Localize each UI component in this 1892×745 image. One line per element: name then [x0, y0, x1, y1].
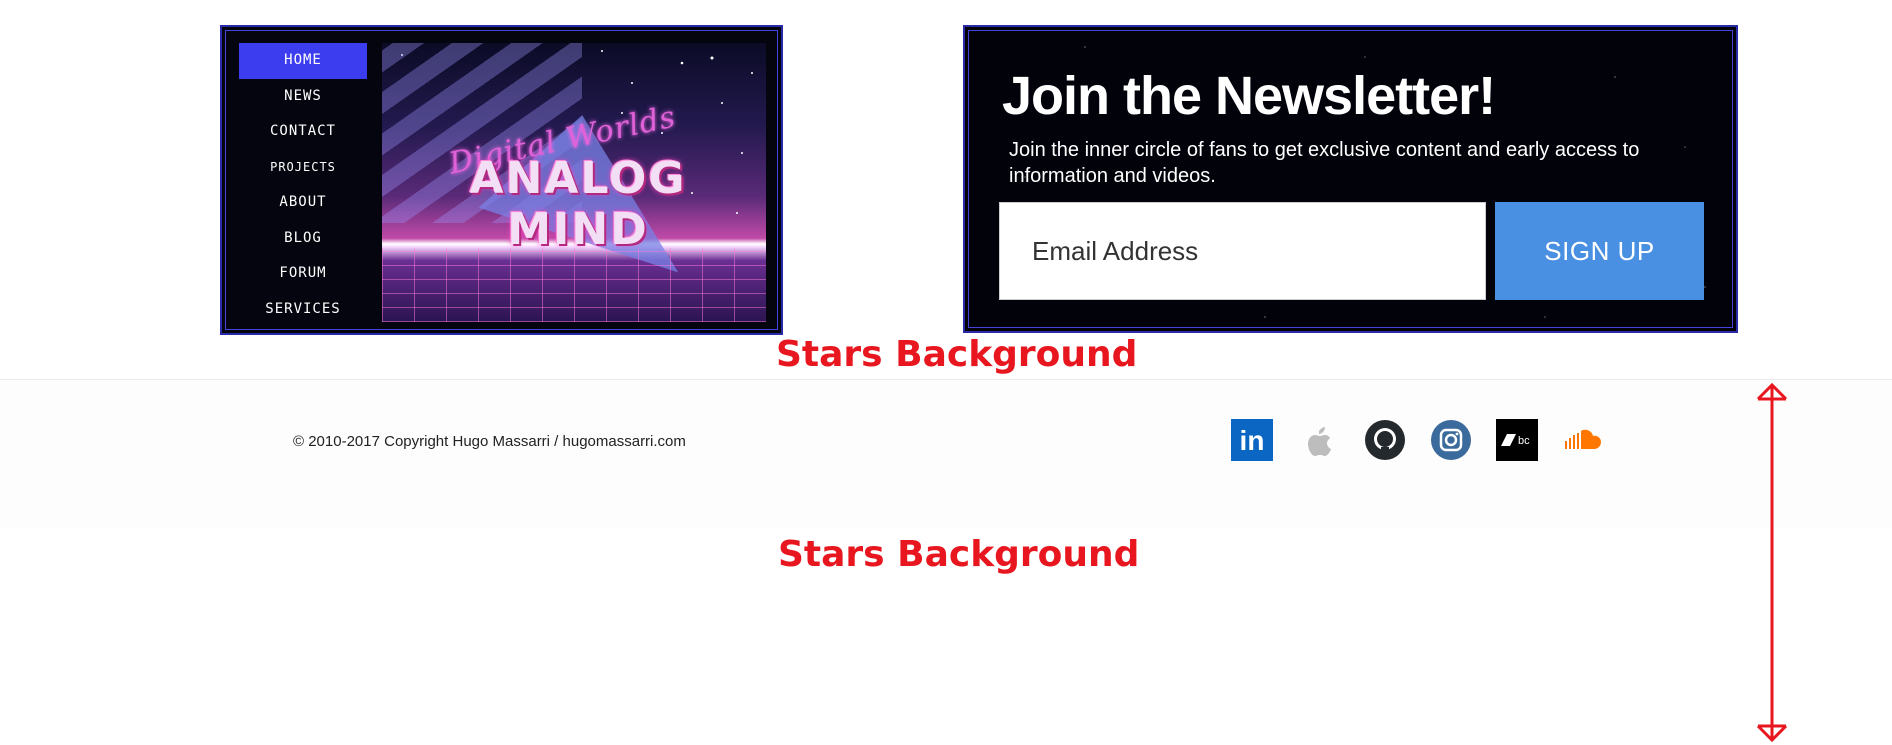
apple-icon[interactable]: [1298, 419, 1340, 461]
copyright-text: © 2010-2017 Copyright Hugo Massarri / hu…: [293, 433, 686, 450]
annotation-label: Stars Background: [776, 334, 1138, 375]
nav-item-about[interactable]: ABOUT: [239, 185, 367, 221]
bandcamp-icon[interactable]: bc: [1496, 419, 1538, 461]
email-field[interactable]: [999, 202, 1486, 300]
nav-item-blog[interactable]: BLOG: [239, 221, 367, 257]
height-arrow-icon: [1756, 382, 1788, 743]
linkedin-icon[interactable]: in: [1231, 419, 1273, 461]
nav-item-forum[interactable]: FORUM: [239, 256, 367, 292]
newsletter-description: Join the inner circle of fans to get exc…: [1009, 139, 1640, 187]
annotation-label: Stars Background: [778, 534, 1140, 575]
nav-item-home[interactable]: HOME: [239, 43, 367, 79]
newsletter-panel: Join the Newsletter! Join the inner circ…: [963, 25, 1738, 333]
nav-item-projects[interactable]: PROJECTS: [239, 150, 367, 186]
svg-text:bc: bc: [1518, 435, 1530, 447]
signup-button[interactable]: SIGN UP: [1495, 202, 1704, 300]
github-icon[interactable]: [1364, 419, 1406, 461]
logo-main-text: ANALOG MIND: [469, 153, 687, 255]
neon-grid: [382, 248, 766, 322]
nav-item-contact[interactable]: CONTACT: [239, 114, 367, 150]
instagram-icon[interactable]: [1430, 419, 1472, 461]
main-nav: HOME NEWS CONTACT PROJECTS ABOUT BLOG FO…: [239, 43, 367, 327]
hero-banner: Digital Worlds ANALOG MIND: [382, 43, 766, 322]
soundcloud-icon[interactable]: [1562, 419, 1604, 461]
newsletter-title: Join the Newsletter!: [1002, 66, 1496, 126]
nav-panel: HOME NEWS CONTACT PROJECTS ABOUT BLOG FO…: [220, 25, 783, 335]
footer-area: [0, 380, 1892, 528]
nav-item-services[interactable]: SERVICES: [239, 292, 367, 328]
nav-item-news[interactable]: NEWS: [239, 79, 367, 115]
